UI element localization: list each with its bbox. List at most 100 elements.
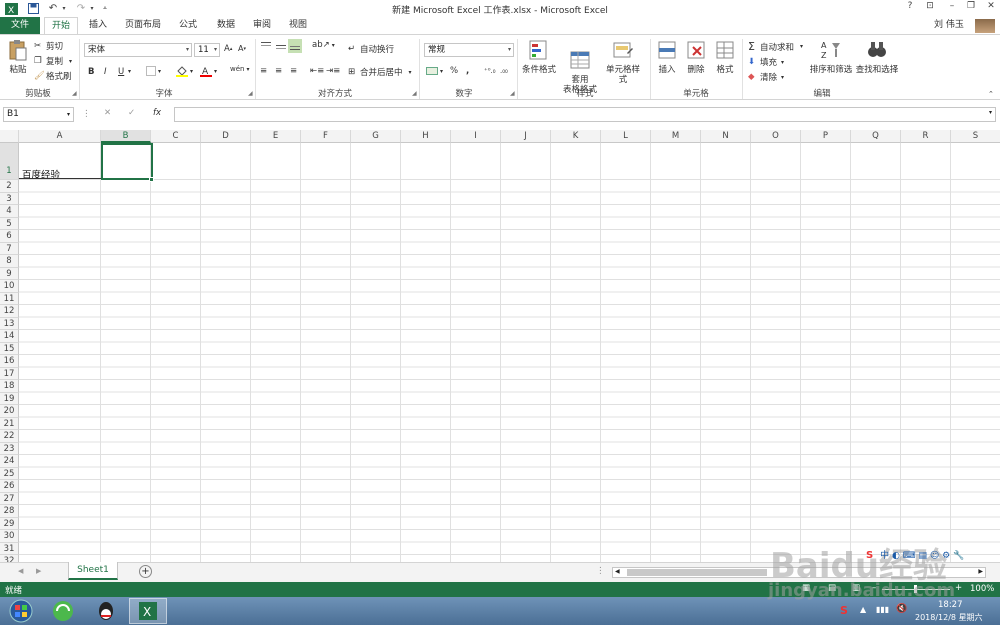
sogou-ime-icon[interactable]: S [840, 604, 848, 617]
start-button[interactable] [2, 598, 40, 624]
decrease-indent-icon[interactable]: ⇤≡ [310, 66, 324, 76]
column-header-m[interactable]: M [651, 130, 701, 143]
row-header-18[interactable]: 18 [0, 380, 19, 393]
tab-home[interactable]: 开始 [44, 17, 78, 35]
merge-center-button[interactable]: ⊞ 合并后居中 ▾ [348, 66, 412, 78]
number-format-select[interactable]: 常规 ▾ [424, 43, 514, 57]
enter-icon[interactable]: ✓ [128, 108, 135, 118]
row-header-8[interactable]: 8 [0, 255, 19, 268]
help-button[interactable]: ? [902, 1, 918, 15]
row-header-15[interactable]: 15 [0, 342, 19, 355]
row-header-17[interactable]: 17 [0, 367, 19, 380]
active-cell-b1[interactable] [101, 143, 153, 180]
font-launcher-icon[interactable]: ◢ [248, 90, 253, 97]
sheet-tab-sheet1[interactable]: Sheet1 [68, 562, 118, 580]
network-icon[interactable]: ▮▮▮ [876, 605, 889, 614]
row-header-24[interactable]: 24 [0, 455, 19, 468]
row-header-29[interactable]: 29 [0, 517, 19, 530]
minimize-icon[interactable]: – [944, 1, 960, 15]
row-header-14[interactable]: 14 [0, 330, 19, 343]
clock-date[interactable]: 2018/12/8 星期六 [915, 612, 983, 623]
user-name[interactable]: 刘 伟玉 [934, 17, 964, 35]
restore-icon[interactable]: ❐ [963, 1, 979, 15]
tab-view[interactable]: 视图 [282, 17, 314, 35]
increase-font-icon[interactable]: A ▴ [224, 44, 232, 54]
row-header-20[interactable]: 20 [0, 405, 19, 418]
column-header-k[interactable]: K [551, 130, 601, 143]
column-header-s[interactable]: S [951, 130, 1000, 143]
tab-data[interactable]: 数据 [210, 17, 242, 35]
row-header-28[interactable]: 28 [0, 505, 19, 518]
row-header-19[interactable]: 19 [0, 392, 19, 405]
column-header-n[interactable]: N [701, 130, 751, 143]
collapse-ribbon-icon[interactable]: ⌃ [988, 90, 994, 98]
alignment-launcher-icon[interactable]: ◢ [412, 90, 417, 97]
insert-cells-button[interactable]: 插入 [654, 39, 680, 75]
tab-review[interactable]: 审阅 [246, 17, 278, 35]
find-select-button[interactable]: 查找和选择 [854, 39, 900, 75]
row-header-22[interactable]: 22 [0, 430, 19, 443]
align-right-icon[interactable]: ≡ [290, 66, 297, 76]
underline-dropdown-icon[interactable]: ▾ [128, 68, 131, 75]
excel-taskbar-icon[interactable]: X [129, 598, 167, 624]
align-left-icon[interactable]: ≡ [260, 66, 267, 76]
format-painter-button[interactable]: 🖌 格式刷 [34, 70, 72, 82]
column-header-o[interactable]: O [751, 130, 801, 143]
fill-button[interactable]: ⬇ 填充 ▾ [748, 56, 784, 68]
row-header-9[interactable]: 9 [0, 267, 19, 280]
tab-page-layout[interactable]: 页面布局 [120, 17, 166, 35]
cancel-icon[interactable]: ✕ [104, 108, 111, 118]
column-header-h[interactable]: H [401, 130, 451, 143]
clear-button[interactable]: ◆ 清除 ▾ [748, 71, 784, 83]
tab-insert[interactable]: 插入 [82, 17, 114, 35]
fill-handle[interactable] [149, 177, 154, 182]
decrease-decimal-icon[interactable]: .₀₀ [500, 67, 508, 75]
column-header-l[interactable]: L [601, 130, 651, 143]
insert-function-button[interactable]: fx [153, 108, 161, 118]
tray-arrow-icon[interactable]: ▲ [860, 605, 866, 614]
font-name-select[interactable]: 宋体 ▾ [84, 43, 192, 57]
row-header-11[interactable]: 11 [0, 292, 19, 305]
horizontal-scroll-thumb[interactable] [627, 569, 767, 576]
volume-muted-icon[interactable]: 🔇 [896, 604, 907, 614]
row-header-5[interactable]: 5 [0, 217, 19, 230]
column-header-g[interactable]: G [351, 130, 401, 143]
align-bottom-icon[interactable] [288, 39, 302, 53]
worksheet-grid[interactable]: ABCDEFGHIJKLMNOPQRS 1 2 3 4 5 6 7 8 9 10 11 12 13 14 1… [0, 130, 1000, 562]
browser-taskbar-icon[interactable] [44, 598, 82, 624]
row-header-30[interactable]: 30 [0, 530, 19, 543]
fill-color-icon[interactable]: ▾ [176, 65, 193, 77]
close-icon[interactable]: ✕ [983, 1, 999, 15]
row-header-26[interactable]: 26 [0, 480, 19, 493]
cell-styles-button[interactable]: 单元格样式 [602, 39, 644, 85]
new-sheet-icon[interactable]: + [139, 565, 152, 578]
column-header-j[interactable]: J [501, 130, 551, 143]
increase-decimal-icon[interactable]: ⁺⁰.₀ [484, 67, 496, 75]
ime-toolbar[interactable]: S 中 ◐ ⌨ ▤ ☺ ⚙ 🔧 [866, 548, 964, 561]
row-header-6[interactable]: 6 [0, 230, 19, 243]
align-top-icon[interactable] [260, 41, 272, 51]
wrap-text-button[interactable]: ↵ 自动换行 [348, 43, 394, 55]
zoom-in-icon[interactable]: + [955, 583, 962, 593]
row-header-2[interactable]: 2 [0, 180, 19, 193]
format-cells-button[interactable]: 格式 [712, 39, 738, 75]
row-header-31[interactable]: 31 [0, 542, 19, 555]
splitter-grip-icon[interactable]: ⋮ [596, 566, 605, 576]
column-header-a[interactable]: A [19, 130, 101, 143]
delete-cells-button[interactable]: 删除 [683, 39, 709, 75]
tab-formulas[interactable]: 公式 [172, 17, 204, 35]
row-header-16[interactable]: 16 [0, 355, 19, 368]
cell-gridlines[interactable] [19, 143, 1000, 562]
column-header-p[interactable]: P [801, 130, 851, 143]
row-header-4[interactable]: 4 [0, 205, 19, 218]
column-header-e[interactable]: E [251, 130, 301, 143]
number-launcher-icon[interactable]: ◢ [510, 90, 515, 97]
zoom-level[interactable]: 100% [970, 584, 994, 594]
align-middle-icon[interactable] [275, 41, 287, 51]
row-header-13[interactable]: 13 [0, 317, 19, 330]
column-header-i[interactable]: I [451, 130, 501, 143]
column-header-r[interactable]: R [901, 130, 951, 143]
row-header-1[interactable]: 1 [0, 143, 19, 180]
column-header-f[interactable]: F [301, 130, 351, 143]
font-size-select[interactable]: 11 ▾ [194, 43, 220, 57]
